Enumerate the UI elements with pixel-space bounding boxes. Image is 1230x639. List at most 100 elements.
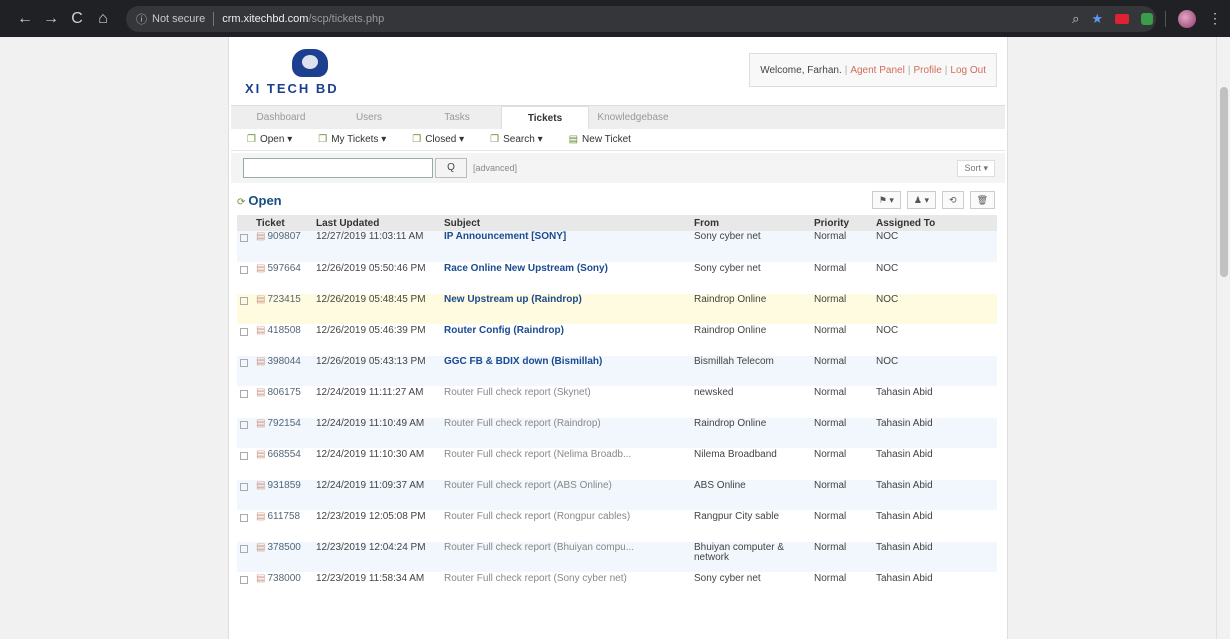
tab-tasks[interactable]: Tasks (413, 106, 501, 129)
column-header-last-updated[interactable]: Last Updated (313, 215, 441, 231)
assign-button[interactable]: ♟ ▾ (906, 191, 937, 209)
delete-button[interactable]: 🗑 (969, 191, 995, 209)
row-checkbox[interactable] (240, 575, 248, 584)
row-checkbox[interactable] (240, 358, 248, 367)
column-header-assigned-to[interactable]: Assigned To (873, 215, 997, 231)
forward-arrow-icon[interactable]: → (40, 10, 62, 28)
subject-link[interactable]: Router Full check report (Skynet) (444, 387, 591, 398)
subject-link[interactable]: Router Full check report (Nelima Broadb.… (444, 449, 631, 460)
table-row[interactable]: ▤ 909807 12/27/2019 11:03:11 AM IP Announce… (237, 231, 997, 263)
logout-link[interactable]: Log Out (950, 65, 986, 76)
row-checkbox[interactable] (240, 327, 248, 336)
table-row[interactable]: ▤ 597664 12/26/2019 05:50:46 PM Race Online… (237, 262, 997, 294)
zoom-icon[interactable]: ⌕ (1072, 11, 1079, 27)
profile-link[interactable]: Profile (913, 65, 941, 76)
search-menu[interactable]: ❐ Search ▾ (490, 134, 542, 145)
ticket-icon: ▤ (256, 293, 266, 305)
ticket-icon: ▤ (256, 479, 266, 491)
row-checkbox[interactable] (240, 482, 248, 491)
ticket-number-link[interactable]: 792154 (267, 418, 300, 429)
column-header-from[interactable]: From (691, 215, 811, 231)
refresh-icon[interactable]: ⟳ (237, 197, 245, 208)
table-row[interactable]: ▤ 792154 12/24/2019 11:10:49 AM Router Full… (237, 417, 997, 449)
folder-icon: ❐ (247, 134, 256, 145)
row-checkbox[interactable] (240, 451, 248, 460)
scrollbar-thumb[interactable] (1220, 87, 1228, 277)
ticket-number-link[interactable]: 668554 (267, 449, 300, 460)
ticket-icon: ▤ (256, 572, 266, 584)
home-icon[interactable]: ⌂ (92, 10, 114, 28)
page-scrollbar[interactable] (1216, 37, 1230, 639)
table-row[interactable]: ▤ 611758 12/23/2019 12:05:08 PM Router Full… (237, 510, 997, 542)
column-header-ticket[interactable]: Ticket (253, 215, 313, 231)
bookmark-star-icon[interactable]: ★ (1091, 11, 1103, 27)
back-arrow-icon[interactable]: ← (14, 10, 36, 28)
subject-link[interactable]: Router Full check report (ABS Online) (444, 480, 612, 491)
my-tickets-menu[interactable]: ❐ My Tickets ▾ (318, 134, 386, 145)
row-checkbox[interactable] (240, 544, 248, 553)
row-checkbox[interactable] (240, 265, 248, 274)
row-checkbox[interactable] (240, 234, 248, 242)
subject-link[interactable]: Router Full check report (Rongpur cables… (444, 511, 630, 522)
tab-tickets[interactable]: Tickets (501, 106, 589, 129)
avatar[interactable] (1178, 9, 1196, 28)
table-row[interactable]: ▤ 668554 12/24/2019 11:10:30 AM Router Full… (237, 448, 997, 480)
table-row[interactable]: ▤ 806175 12/24/2019 11:11:27 AM Router Full… (237, 386, 997, 418)
ticket-number-link[interactable]: 931859 (267, 480, 300, 491)
ticket-number-link[interactable]: 738000 (267, 573, 300, 584)
address-bar[interactable]: ⓘ Not secure crm.xitechbd.com/scp/ticket… (126, 5, 1156, 32)
ticket-number-link[interactable]: 909807 (267, 231, 300, 242)
page-title-text[interactable]: Open (248, 193, 281, 208)
subject-link[interactable]: Race Online New Upstream (Sony) (444, 263, 608, 274)
transfer-button[interactable]: ⟲ (942, 191, 964, 209)
subject-link[interactable]: Router Full check report (Bhuiyan compu.… (444, 542, 634, 553)
extension-icon[interactable] (1115, 13, 1129, 24)
logo-mark-icon (292, 49, 328, 77)
table-row[interactable]: ▤ 418508 12/26/2019 05:46:39 PM Router Conf… (237, 324, 997, 356)
search-button[interactable]: Q (435, 158, 467, 178)
subject-link[interactable]: Router Full check report (Raindrop) (444, 418, 601, 429)
table-row[interactable]: ▤ 931859 12/24/2019 11:09:37 AM Router Full… (237, 479, 997, 511)
table-row[interactable]: ▤ 378500 12/23/2019 12:04:24 PM Router Full… (237, 541, 997, 573)
info-icon[interactable]: ⓘ (136, 11, 147, 27)
subject-link[interactable]: IP Announcement [SONY] (444, 231, 566, 242)
agent-panel-link[interactable]: Agent Panel (850, 65, 905, 76)
open-menu[interactable]: ❐ Open ▾ (247, 134, 292, 145)
table-row[interactable]: ▤ 723415 12/26/2019 05:48:45 PM New Upstrea… (237, 293, 997, 325)
new-ticket-link[interactable]: ▤ New Ticket (569, 134, 631, 145)
ticket-number-link[interactable]: 418508 (267, 325, 300, 336)
ticket-number-link[interactable]: 806175 (267, 387, 300, 398)
row-checkbox[interactable] (240, 513, 248, 522)
ticket-number-link[interactable]: 723415 (267, 294, 300, 305)
ticket-number-link[interactable]: 398044 (267, 356, 300, 367)
closed-menu[interactable]: ❐ Closed ▾ (412, 134, 464, 145)
reload-icon[interactable]: C (66, 10, 88, 28)
subject-cell: Router Full check report (ABS Online) (441, 479, 691, 511)
subject-link[interactable]: GGC FB & BDIX down (Bismillah) (444, 356, 602, 367)
tab-users[interactable]: Users (325, 106, 413, 129)
sort-dropdown[interactable]: Sort ▾ (957, 159, 995, 177)
table-row[interactable]: ▤ 398044 12/26/2019 05:43:13 PM GGC FB & BD… (237, 355, 997, 387)
select-column-header (237, 215, 253, 231)
subject-link[interactable]: Router Config (Raindrop) (444, 325, 564, 336)
flag-status-button[interactable]: ⚑ ▾ (871, 191, 901, 209)
row-checkbox[interactable] (240, 296, 248, 305)
ticket-number-link[interactable]: 378500 (267, 542, 300, 553)
extension-icon[interactable] (1141, 12, 1153, 25)
subject-link[interactable]: Router Full check report (Sony cyber net… (444, 573, 627, 584)
search-input[interactable] (243, 158, 433, 178)
column-header-priority[interactable]: Priority (811, 215, 873, 231)
column-header-subject[interactable]: Subject (441, 215, 691, 231)
advanced-search-link[interactable]: [advanced] (473, 163, 517, 173)
tab-knowledgebase[interactable]: Knowledgebase (589, 106, 677, 129)
subject-link[interactable]: New Upstream up (Raindrop) (444, 294, 582, 305)
row-checkbox[interactable] (240, 420, 248, 429)
tab-dashboard[interactable]: Dashboard (237, 106, 325, 129)
table-row[interactable]: ▤ 738000 12/23/2019 11:58:34 AM Router Full… (237, 572, 997, 604)
logo[interactable]: XI TECH BD (237, 49, 387, 99)
kebab-menu-icon[interactable]: ⋮ (1208, 10, 1222, 27)
row-checkbox[interactable] (240, 389, 248, 398)
assigned-to-cell: NOC (873, 324, 997, 356)
ticket-number-link[interactable]: 597664 (267, 263, 300, 274)
ticket-number-link[interactable]: 611758 (267, 511, 300, 522)
